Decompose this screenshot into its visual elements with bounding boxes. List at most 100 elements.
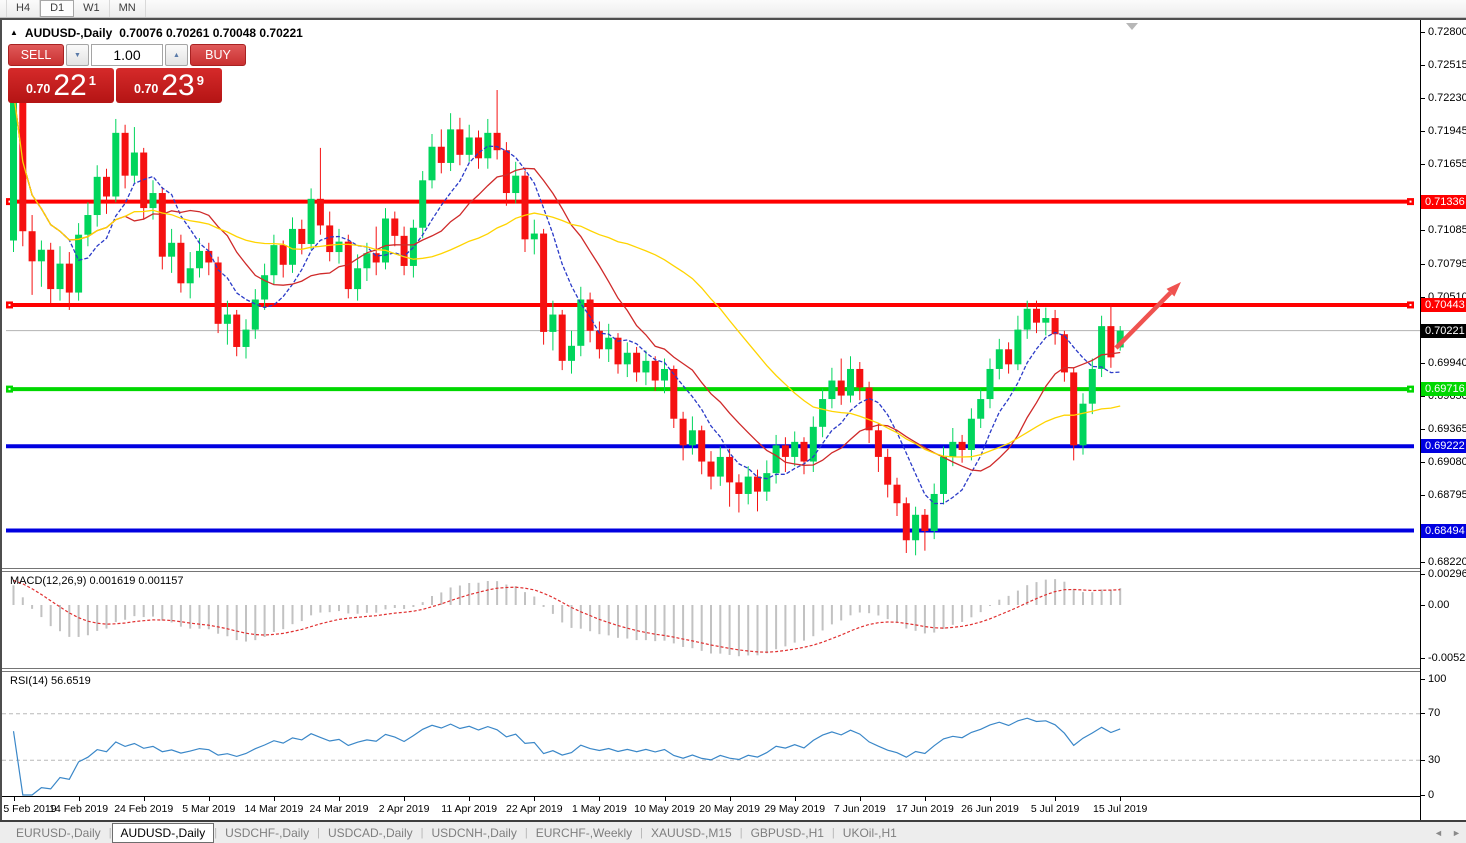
date-tick-label: 15 Jul 2019 bbox=[1093, 803, 1147, 815]
tab-xauusd-m15[interactable]: XAUUSD-,M15 bbox=[643, 824, 740, 842]
date-tick-label: 26 Jun 2019 bbox=[961, 803, 1019, 815]
date-tick bbox=[665, 797, 666, 801]
tab-usdcad-daily[interactable]: USDCAD-,Daily bbox=[320, 824, 421, 842]
buy-price-big: 23 bbox=[161, 71, 194, 101]
date-tick bbox=[14, 797, 15, 801]
rsi-tick-label: 30 bbox=[1428, 754, 1440, 766]
level-price-label: 0.68494 bbox=[1421, 524, 1466, 538]
macd-label: MACD(12,26,9) 0.001619 0.001157 bbox=[10, 575, 183, 587]
macd-tick-label: 0.002962 bbox=[1428, 568, 1466, 580]
level-price-label: 0.69716 bbox=[1421, 382, 1466, 396]
tab-audusd-daily[interactable]: AUDUSD-,Daily bbox=[112, 823, 215, 843]
price-tick bbox=[1421, 429, 1425, 430]
date-tick-label: 2 Apr 2019 bbox=[379, 803, 430, 815]
price-tick-label: 0.68795 bbox=[1428, 489, 1466, 501]
volume-increase-button[interactable]: ▲ bbox=[165, 44, 188, 66]
date-tick-label: 20 May 2019 bbox=[699, 803, 760, 815]
tab-ukoil-h1[interactable]: UKOil-,H1 bbox=[835, 824, 905, 842]
level-price-label: 0.69222 bbox=[1421, 439, 1466, 453]
chart-title: ▲ AUDUSD-,Daily 0.70076 0.70261 0.70048 … bbox=[10, 26, 303, 40]
date-tick-label: 22 Apr 2019 bbox=[506, 803, 563, 815]
date-tick bbox=[534, 797, 535, 801]
price-tick bbox=[1421, 495, 1425, 496]
timeframe-button-h4[interactable]: H4 bbox=[6, 0, 40, 17]
date-tick bbox=[339, 797, 340, 801]
price-tick-label: 0.69940 bbox=[1428, 357, 1466, 369]
price-tick-label: 0.68220 bbox=[1428, 556, 1466, 568]
date-tick bbox=[795, 797, 796, 801]
chart-plot-area[interactable]: 5 Feb 201914 Feb 201924 Feb 20195 Mar 20… bbox=[2, 20, 1420, 820]
rsi-chart-canvas[interactable] bbox=[2, 672, 1420, 796]
date-tick bbox=[730, 797, 731, 801]
tab-gbpusd-h1[interactable]: GBPUSD-,H1 bbox=[743, 824, 832, 842]
buy-price-prefix: 0.70 bbox=[134, 82, 158, 96]
timeframe-button-mn[interactable]: MN bbox=[110, 0, 146, 17]
volume-decrease-button[interactable]: ▼ bbox=[66, 44, 89, 66]
one-click-trading-panel: SELL ▼ ▲ BUY 0.70 22 1 0.70 23 9 bbox=[8, 44, 227, 103]
rsi-tick bbox=[1421, 679, 1425, 680]
date-tick-label: 7 Jun 2019 bbox=[834, 803, 886, 815]
price-tick bbox=[1421, 363, 1425, 364]
tabs-scroll-left-icon[interactable]: ◄ bbox=[1434, 828, 1443, 838]
macd-chart-canvas[interactable] bbox=[2, 572, 1420, 668]
price-tick-label: 0.71655 bbox=[1428, 158, 1466, 170]
rsi-tick bbox=[1421, 713, 1425, 714]
price-tick-label: 0.72230 bbox=[1428, 92, 1466, 104]
price-tick bbox=[1421, 264, 1425, 265]
volume-input[interactable] bbox=[91, 44, 163, 66]
price-tick-label: 0.72800 bbox=[1428, 26, 1466, 38]
date-tick-label: 14 Feb 2019 bbox=[49, 803, 108, 815]
rsi-tick bbox=[1421, 760, 1425, 761]
date-tick-label: 1 May 2019 bbox=[572, 803, 627, 815]
rsi-tick-label: 70 bbox=[1428, 707, 1440, 719]
sell-button[interactable]: SELL bbox=[8, 44, 64, 66]
price-tick bbox=[1421, 462, 1425, 463]
price-tick bbox=[1421, 131, 1425, 132]
sell-price-tile[interactable]: 0.70 22 1 bbox=[8, 68, 114, 103]
tab-usdchf-daily[interactable]: USDCHF-,Daily bbox=[217, 824, 317, 842]
date-tick bbox=[469, 797, 470, 801]
macd-tick bbox=[1421, 658, 1425, 659]
date-tick-label: 17 Jun 2019 bbox=[896, 803, 954, 815]
date-tick bbox=[79, 797, 80, 801]
date-tick bbox=[990, 797, 991, 801]
ohlc-values: 0.70076 0.70261 0.70048 0.70221 bbox=[119, 26, 303, 40]
price-tick bbox=[1421, 396, 1425, 397]
price-tick-label: 0.72515 bbox=[1428, 59, 1466, 71]
date-tick-label: 29 May 2019 bbox=[764, 803, 825, 815]
date-tick bbox=[1120, 797, 1121, 801]
buy-price-tile[interactable]: 0.70 23 9 bbox=[116, 68, 222, 103]
macd-tick-label: -0.005255 bbox=[1428, 652, 1466, 664]
rsi-tick bbox=[1421, 795, 1425, 796]
timeframe-button-w1[interactable]: W1 bbox=[74, 0, 110, 17]
tab-usdcnh-daily[interactable]: USDCNH-,Daily bbox=[424, 824, 525, 842]
date-tick-label: 24 Feb 2019 bbox=[114, 803, 173, 815]
buy-button[interactable]: BUY bbox=[190, 44, 246, 66]
macd-tick bbox=[1421, 605, 1425, 606]
collapse-panel-icon[interactable]: ▲ bbox=[10, 28, 18, 37]
timeframe-button-d1[interactable]: D1 bbox=[40, 0, 74, 17]
price-tick bbox=[1421, 98, 1425, 99]
level-price-label: 0.70443 bbox=[1421, 298, 1466, 312]
macd-tick-label: 0.00 bbox=[1428, 599, 1449, 611]
sell-price-big: 22 bbox=[53, 71, 86, 101]
date-tick-label: 5 Jul 2019 bbox=[1031, 803, 1079, 815]
chevron-down-icon[interactable] bbox=[1126, 23, 1138, 30]
price-tick bbox=[1421, 562, 1425, 563]
date-tick bbox=[925, 797, 926, 801]
price-axis[interactable]: 0.72800 0.72515 0.72230 0.71945 0.71655 0.710… bbox=[1420, 20, 1466, 820]
price-tick-label: 0.71085 bbox=[1428, 224, 1466, 236]
price-tick-label: 0.71945 bbox=[1428, 125, 1466, 137]
date-axis[interactable]: 5 Feb 201914 Feb 201924 Feb 20195 Mar 20… bbox=[2, 796, 1420, 821]
date-tick bbox=[1055, 797, 1056, 801]
tab-eurchf-weekly[interactable]: EURCHF-,Weekly bbox=[528, 824, 640, 842]
level-price-label: 0.71336 bbox=[1421, 195, 1466, 209]
current-price-label: 0.70221 bbox=[1421, 324, 1466, 338]
tab-eurusd-daily[interactable]: EURUSD-,Daily bbox=[8, 824, 109, 842]
date-tick-label: 11 Apr 2019 bbox=[441, 803, 497, 815]
date-tick bbox=[404, 797, 405, 801]
date-tick bbox=[209, 797, 210, 801]
sell-price-pip: 1 bbox=[89, 73, 96, 88]
tabs-scroll-right-icon[interactable]: ► bbox=[1452, 828, 1461, 838]
buy-price-pip: 9 bbox=[197, 73, 204, 88]
